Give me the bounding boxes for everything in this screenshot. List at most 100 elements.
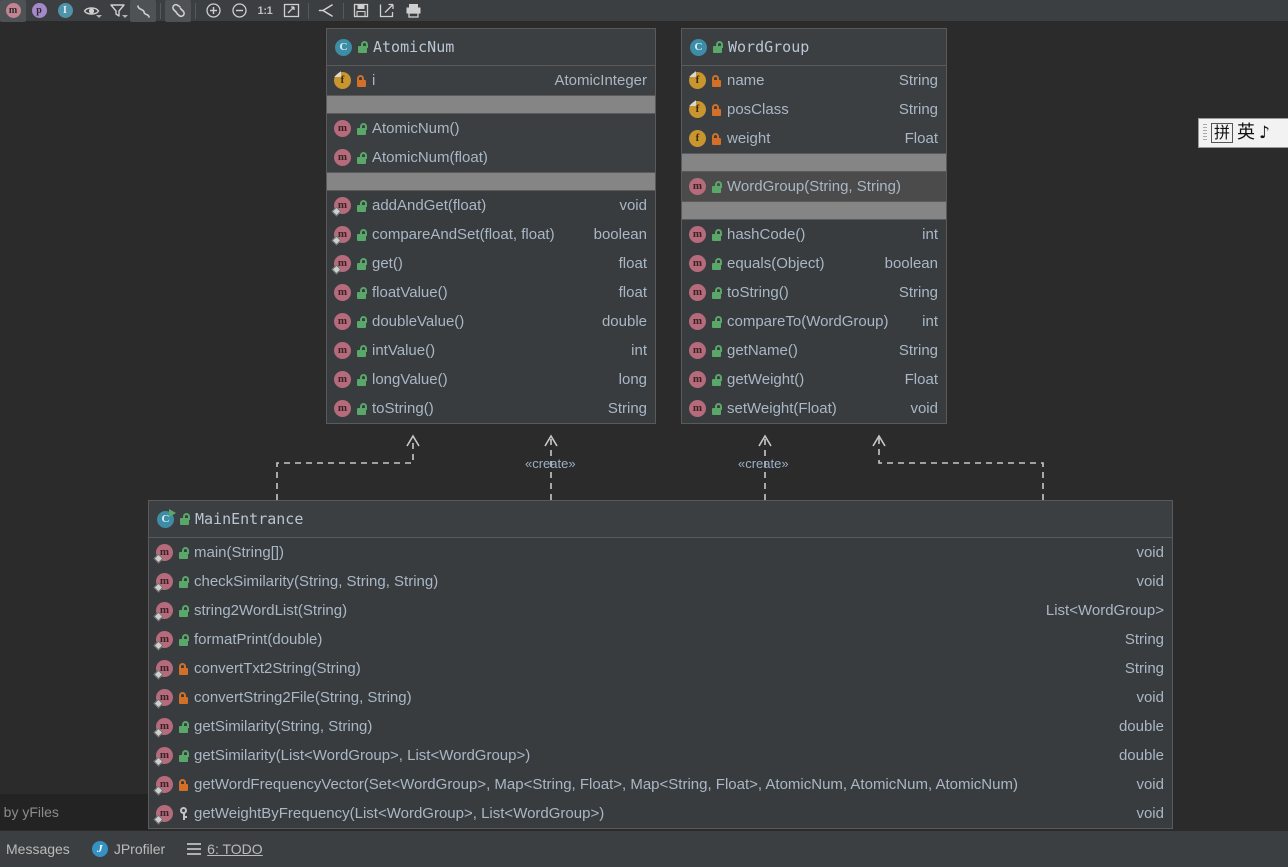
- uml-member-row[interactable]: m addAndGet(float) void: [327, 191, 655, 220]
- public-unlock-icon: [178, 546, 189, 559]
- show-properties-toggle[interactable]: p: [26, 0, 52, 22]
- uml-member-row[interactable]: m doubleValue() double: [327, 307, 655, 336]
- ime-mode-button[interactable]: 拼: [1211, 123, 1234, 143]
- uml-class-node-wordgroup[interactable]: C WordGroup f name String f posClass String f wei…: [681, 28, 947, 424]
- uml-member-row[interactable]: m get() float: [327, 249, 655, 278]
- diagram-canvas[interactable]: «create» «create» C AtomicNum f i AtomicInteg…: [0, 22, 1288, 830]
- public-unlock-icon: [711, 373, 722, 386]
- uml-member-type: String: [898, 72, 938, 89]
- ime-extra-button[interactable]: ♪: [1259, 123, 1270, 143]
- zoom-out-button[interactable]: [226, 0, 252, 22]
- uml-member-name: WordGroup(String, String): [727, 178, 901, 195]
- ime-floating-bar[interactable]: 拼 英 ♪: [1198, 118, 1288, 148]
- print-button[interactable]: [400, 0, 426, 22]
- public-unlock-icon: [711, 315, 722, 328]
- uml-member-type: void: [910, 400, 938, 417]
- uml-member-name: intValue(): [372, 342, 436, 359]
- uml-section-separator: [682, 153, 946, 172]
- uml-member-row[interactable]: m equals(Object) boolean: [682, 249, 946, 278]
- edge-dependency-4: [878, 438, 1044, 500]
- uml-member-type: AtomicInteger: [554, 72, 647, 89]
- show-methods-toggle[interactable]: m: [0, 0, 26, 22]
- chevron-down-icon[interactable]: [96, 14, 102, 18]
- uml-member-row[interactable]: m compareTo(WordGroup) int: [682, 307, 946, 336]
- uml-member-name: compareTo(WordGroup): [727, 313, 889, 330]
- method-icon: m: [689, 178, 706, 195]
- uml-member-row[interactable]: f name String: [682, 66, 946, 95]
- uml-class-header[interactable]: C MainEntrance: [149, 501, 1172, 538]
- ime-language-button[interactable]: 英: [1237, 123, 1255, 143]
- fit-content-button[interactable]: [278, 0, 304, 22]
- save-button[interactable]: [348, 0, 374, 22]
- public-unlock-icon: [711, 402, 722, 415]
- uml-member-row[interactable]: m formatPrint(double) String: [149, 625, 1172, 654]
- uml-member-name: i: [372, 72, 376, 89]
- uml-member-row[interactable]: m getName() String: [682, 336, 946, 365]
- uml-member-row[interactable]: m WordGroup(String, String): [682, 172, 946, 201]
- visibility-filter[interactable]: [78, 0, 104, 22]
- uml-member-row[interactable]: m intValue() int: [327, 336, 655, 365]
- uml-member-name: floatValue(): [372, 284, 448, 301]
- uml-section-methods: m main(String[]) void m checkSimilarity(Stri…: [149, 538, 1172, 828]
- method-icon: m: [689, 226, 706, 243]
- uml-member-row[interactable]: m string2WordList(String) List<WordGroup>: [149, 596, 1172, 625]
- method-icon: m: [153, 776, 173, 796]
- uml-member-row[interactable]: m getSimilarity(String, String) double: [149, 712, 1172, 741]
- uml-member-row[interactable]: f posClass String: [682, 95, 946, 124]
- uml-member-name: name: [727, 72, 765, 89]
- actual-size-button[interactable]: 1:1: [252, 0, 278, 22]
- scope-filter[interactable]: [104, 0, 130, 22]
- static-marker-icon: [331, 235, 342, 246]
- chevron-down-icon[interactable]: [122, 14, 128, 18]
- uml-member-row[interactable]: m compareAndSet(float, float) boolean: [327, 220, 655, 249]
- uml-member-row[interactable]: m AtomicNum(float): [327, 143, 655, 172]
- uml-member-row[interactable]: m toString() String: [682, 278, 946, 307]
- ime-drag-handle[interactable]: [1203, 124, 1207, 142]
- uml-member-row[interactable]: m longValue() long: [327, 365, 655, 394]
- uml-member-row[interactable]: m floatValue() float: [327, 278, 655, 307]
- uml-member-type: boolean: [884, 255, 938, 272]
- static-marker-icon: [153, 727, 164, 738]
- zoom-in-button[interactable]: [200, 0, 226, 22]
- uml-member-row[interactable]: m convertString2File(String, String) void: [149, 683, 1172, 712]
- uml-class-header[interactable]: C AtomicNum: [327, 29, 655, 66]
- uml-member-row[interactable]: m toString() String: [327, 394, 655, 423]
- link-with-editor-toggle[interactable]: [165, 0, 191, 22]
- uml-member-row[interactable]: f weight Float: [682, 124, 946, 153]
- static-marker-icon: [153, 756, 164, 767]
- arrowhead-2: [544, 434, 558, 447]
- public-unlock-icon: [178, 720, 189, 733]
- uml-member-row[interactable]: m getWordFrequencyVector(Set<WordGroup>, …: [149, 770, 1172, 799]
- static-marker-icon: [153, 553, 164, 564]
- uml-member-row[interactable]: m getSimilarity(List<WordGroup>, List<Wor…: [149, 741, 1172, 770]
- field-icon: f: [334, 71, 351, 89]
- uml-class-node-mainentrance[interactable]: C MainEntrance m main(String[]) void m checkSi…: [148, 500, 1173, 829]
- public-unlock-icon: [711, 228, 722, 241]
- uml-class-node-atomicnum[interactable]: C AtomicNum f i AtomicInteger m AtomicNum() m At…: [326, 28, 656, 424]
- uml-member-row[interactable]: m getWeight() Float: [682, 365, 946, 394]
- uml-member-row[interactable]: m getWeightByFrequency(List<WordGroup>, L…: [149, 799, 1172, 828]
- static-marker-icon: [153, 698, 164, 709]
- uml-section-fields: f name String f posClass String f weight Float: [682, 66, 946, 153]
- statusbar-messages[interactable]: Messages: [6, 841, 70, 857]
- method-icon: m: [334, 120, 351, 137]
- show-inner-classes-toggle[interactable]: I: [52, 0, 78, 22]
- uml-class-header[interactable]: C WordGroup: [682, 29, 946, 66]
- uml-member-row[interactable]: m AtomicNum(): [327, 114, 655, 143]
- uml-member-name: toString(): [372, 400, 434, 417]
- export-button[interactable]: [374, 0, 400, 22]
- statusbar-todo[interactable]: 6: TODO: [187, 841, 263, 857]
- statusbar-jprofiler[interactable]: J JProfiler: [91, 841, 165, 857]
- uml-member-type: void: [1136, 689, 1164, 706]
- uml-member-row[interactable]: m convertTxt2String(String) String: [149, 654, 1172, 683]
- uml-member-row[interactable]: m main(String[]) void: [149, 538, 1172, 567]
- uml-member-row[interactable]: m hashCode() int: [682, 220, 946, 249]
- uml-member-row[interactable]: f i AtomicInteger: [327, 66, 655, 95]
- edge-mode-toggle[interactable]: [130, 0, 156, 22]
- uml-member-row[interactable]: m setWeight(Float) void: [682, 394, 946, 423]
- arrowhead-3: [758, 434, 772, 447]
- apply-layout-button[interactable]: [313, 0, 339, 22]
- uml-member-row[interactable]: m checkSimilarity(String, String, String)…: [149, 567, 1172, 596]
- public-unlock-icon: [357, 41, 368, 53]
- static-marker-icon: [153, 814, 164, 825]
